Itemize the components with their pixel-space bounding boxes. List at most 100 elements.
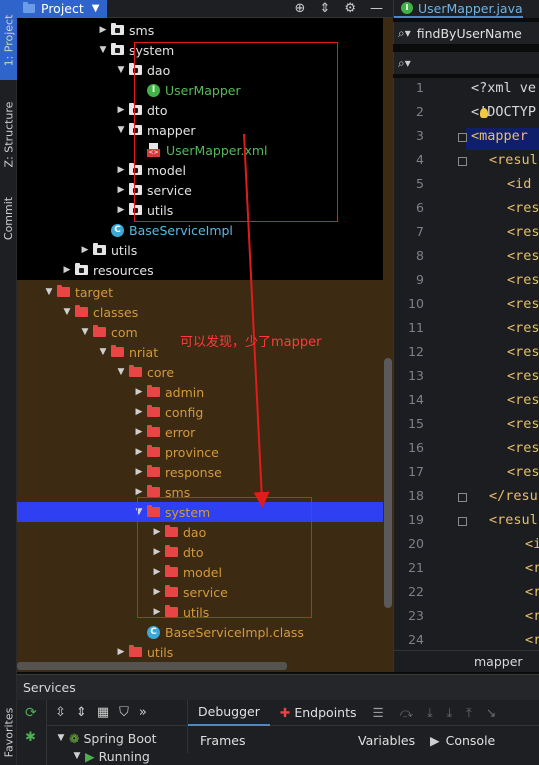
line-number: 20 (408, 536, 424, 551)
line-number: 24 (408, 632, 424, 647)
tab-endpoints[interactable]: ✚ Endpoints (270, 700, 367, 726)
editor-search-bar-2[interactable]: ⌕▾ (393, 52, 539, 74)
tree-horizontal-scrollbar[interactable] (17, 662, 287, 670)
more-icon[interactable]: » (139, 705, 147, 720)
code-line: <i (525, 536, 539, 552)
project-view-selector[interactable]: Project ▼ (17, 0, 108, 18)
tree-item-core[interactable]: ▼ core (17, 362, 383, 382)
tree-item-response[interactable]: ▶ response (17, 462, 383, 482)
fold-marker-icon[interactable] (458, 493, 467, 502)
chevron-right-icon[interactable]: ▶ (113, 205, 129, 215)
tab-frames[interactable]: Frames (200, 727, 245, 753)
chevron-down-icon[interactable]: ▼ (69, 751, 85, 761)
tree-item-admin[interactable]: ▶ admin (17, 382, 383, 402)
editor-search-bar[interactable]: ⌕▾ findByUserName (393, 22, 539, 44)
tree-item-label: sms (129, 22, 155, 38)
tree-item-error[interactable]: ▶ error (17, 422, 383, 442)
fold-marker-icon[interactable] (458, 157, 467, 166)
tool-tab-favorites[interactable]: Favorites (0, 700, 17, 765)
chevron-down-icon[interactable]: ▼ (95, 347, 111, 357)
tree-item-utils[interactable]: ▶ utils (17, 642, 383, 662)
lightbulb-icon[interactable] (480, 108, 488, 118)
code-editor[interactable]: 1 2 3 4 5 6 7 8 9 10 11 12 13 14 15 16 17 18 19 20 21 22 23 24 … (393, 78, 539, 650)
chevron-down-icon[interactable]: ▼ (77, 327, 93, 337)
debug-icon[interactable]: ✱ (25, 730, 36, 745)
group-icon[interactable]: ▦ (97, 705, 109, 720)
locate-icon[interactable]: ⊕ (295, 1, 306, 16)
menu-icon[interactable]: ☰ (373, 705, 384, 720)
tree-item-baseserviceimpl-class[interactable]: C BaseServiceImpl.class (17, 622, 383, 642)
chevron-down-icon[interactable]: ▼ (113, 65, 129, 75)
editor-tab-usermapper-java[interactable]: I UserMapper.java (394, 0, 523, 18)
tree-item-province[interactable]: ▶ province (17, 442, 383, 462)
tool-tab-structure[interactable]: Z: Structure (0, 86, 17, 182)
editor-tab-label: UserMapper.java (418, 0, 523, 16)
tree-item-label: province (165, 444, 219, 460)
fold-marker-icon[interactable] (458, 133, 467, 142)
chevron-right-icon[interactable]: ▶ (95, 25, 111, 35)
run-to-cursor-icon[interactable]: ↘ (486, 705, 496, 720)
debug-tabs: Debugger ✚ Endpoints ☰ ⤼ ⤓ ⤓ ⤒ ↘ (187, 700, 539, 726)
tree-vertical-scrollbar[interactable] (383, 18, 393, 672)
chevron-right-icon[interactable]: ▶ (113, 647, 129, 657)
breadcrumb-mapper[interactable]: mapper (474, 654, 523, 669)
tree-item-resources[interactable]: ▶ resources (17, 260, 383, 280)
refresh-icon[interactable]: ⟳ (25, 705, 37, 721)
tool-tab-project[interactable]: 1: Project (0, 0, 17, 80)
tree-item-baseserviceimpl[interactable]: C BaseServiceImpl (17, 220, 383, 240)
excluded-folder-icon (111, 345, 124, 357)
services-panel-header: Services (17, 674, 539, 700)
tree-item-target[interactable]: ▼ target (17, 282, 383, 302)
tree-item-config[interactable]: ▶ config (17, 402, 383, 422)
excluded-folder-icon (129, 365, 142, 377)
chevron-right-icon[interactable]: ▶ (113, 105, 129, 115)
step-into-icon[interactable]: ⤓ (427, 705, 433, 721)
tree-item-classes[interactable]: ▼ classes (17, 302, 383, 322)
chevron-right-icon[interactable]: ▶ (77, 245, 93, 255)
minimize-icon[interactable]: — (370, 1, 383, 16)
filter-icon[interactable]: ⛉ (119, 705, 129, 720)
chevron-down-icon[interactable]: ▼ (92, 3, 100, 14)
chevron-down-icon[interactable]: ▼ (113, 125, 129, 135)
line-number: 7 (416, 224, 424, 239)
service-running[interactable]: ▼ ▶ Running (69, 747, 150, 765)
step-out-icon[interactable]: ⤒ (466, 705, 472, 721)
step-over-icon[interactable]: ⤼ (400, 705, 413, 721)
chevron-right-icon[interactable]: ▶ (131, 447, 147, 457)
chevron-right-icon[interactable]: ▶ (113, 185, 129, 195)
gear-icon[interactable]: ⚙ (344, 1, 356, 16)
expand-all-icon[interactable]: ⇳ (55, 705, 66, 720)
collapse-all-icon[interactable]: ⇕ (319, 1, 330, 16)
tab-debugger[interactable]: Debugger (188, 700, 270, 726)
tab-console[interactable]: ▶ Console (430, 727, 495, 753)
chevron-right-icon[interactable]: ▶ (131, 427, 147, 437)
chevron-right-icon[interactable]: ▶ (131, 467, 147, 477)
annotation-box-source-system (134, 42, 338, 222)
chevron-down-icon[interactable]: ▼ (59, 307, 75, 317)
tree-item-utils[interactable]: ▶ utils (17, 240, 383, 260)
chevron-right-icon[interactable]: ▶ (131, 407, 147, 417)
chevron-right-icon[interactable]: ▶ (131, 387, 147, 397)
chevron-down-icon[interactable]: ▼ (53, 733, 69, 743)
tab-variables[interactable]: Variables (358, 727, 415, 753)
fold-marker-icon[interactable] (458, 517, 467, 526)
tree-item-sms[interactable]: ▶ sms (17, 20, 383, 40)
search-input[interactable]: findByUserName (417, 26, 522, 41)
chevron-down-icon[interactable]: ▼ (113, 367, 129, 377)
chevron-right-icon[interactable]: ▶ (131, 487, 147, 497)
chevron-down-icon[interactable]: ▼ (95, 45, 111, 55)
tool-tab-commit[interactable]: Commit (0, 186, 17, 250)
collapse-all-icon[interactable]: ⇕ (76, 705, 87, 720)
tree-item-label: error (165, 424, 196, 440)
service-spring-boot[interactable]: ▼ ❁ Spring Boot (53, 729, 157, 747)
tree-item-label: core (147, 364, 175, 380)
search-icon: ⌕▾ (398, 55, 411, 70)
run-icon: ▶ (85, 748, 95, 764)
code-line: <res (507, 248, 539, 264)
chevron-down-icon[interactable]: ▼ (41, 287, 57, 297)
chevron-right-icon[interactable]: ▶ (113, 165, 129, 175)
scrollbar-thumb[interactable] (384, 358, 392, 608)
force-step-into-icon[interactable]: ⤓ (447, 705, 453, 721)
chevron-right-icon[interactable]: ▶ (59, 265, 75, 275)
package-folder-icon (111, 23, 124, 35)
